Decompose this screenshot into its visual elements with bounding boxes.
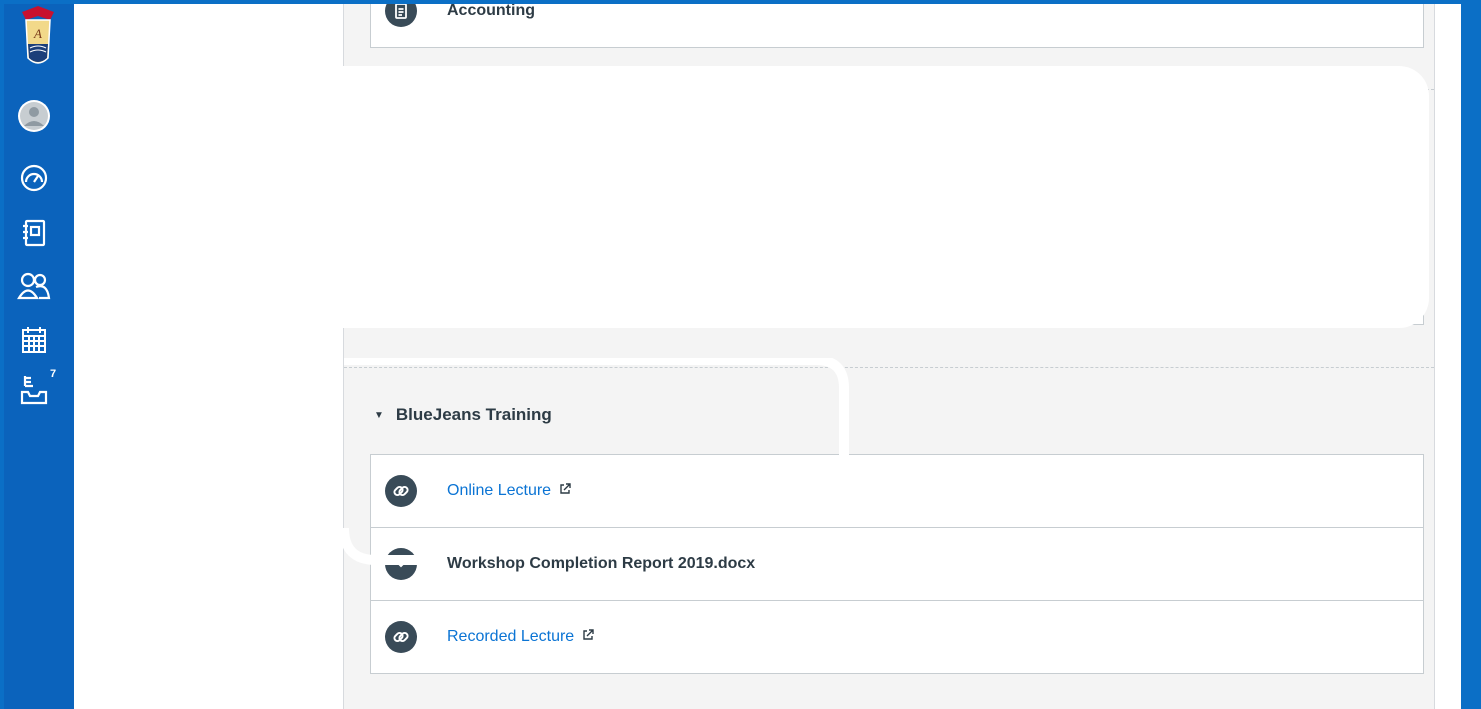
overlay-spotlight-outline	[339, 358, 849, 565]
groups-icon	[17, 271, 51, 301]
overlay-mask-panel	[343, 66, 1429, 328]
account-icon	[16, 98, 52, 134]
dashboard-nav-item[interactable]	[14, 158, 54, 198]
module-item[interactable]: Recorded Lecture	[371, 601, 1423, 673]
right-frame-edge	[1461, 0, 1481, 709]
courses-nav-item[interactable]	[14, 213, 54, 253]
calendar-icon	[20, 325, 48, 355]
groups-nav-item[interactable]	[14, 266, 54, 306]
svg-text:A: A	[33, 26, 42, 41]
calendar-nav-item[interactable]	[14, 320, 54, 360]
account-nav-item[interactable]	[14, 96, 54, 136]
inbox-nav-item[interactable]	[14, 370, 54, 410]
module-item-list: Accounting	[370, 0, 1424, 48]
dashboard-icon	[19, 163, 49, 193]
recorded-lecture-link[interactable]: Recorded Lecture	[447, 628, 574, 646]
courses-icon	[20, 218, 48, 248]
link-icon	[385, 621, 417, 653]
document-icon	[385, 0, 417, 27]
inbox-unread-badge: 7	[50, 368, 57, 380]
module-item-title: Accounting	[447, 2, 535, 19]
inbox-icon	[19, 374, 49, 406]
external-link-icon	[582, 628, 594, 646]
institution-logo[interactable]: A	[14, 6, 62, 70]
module-item[interactable]: Accounting	[371, 0, 1423, 47]
global-navigation: A 7	[0, 0, 74, 709]
